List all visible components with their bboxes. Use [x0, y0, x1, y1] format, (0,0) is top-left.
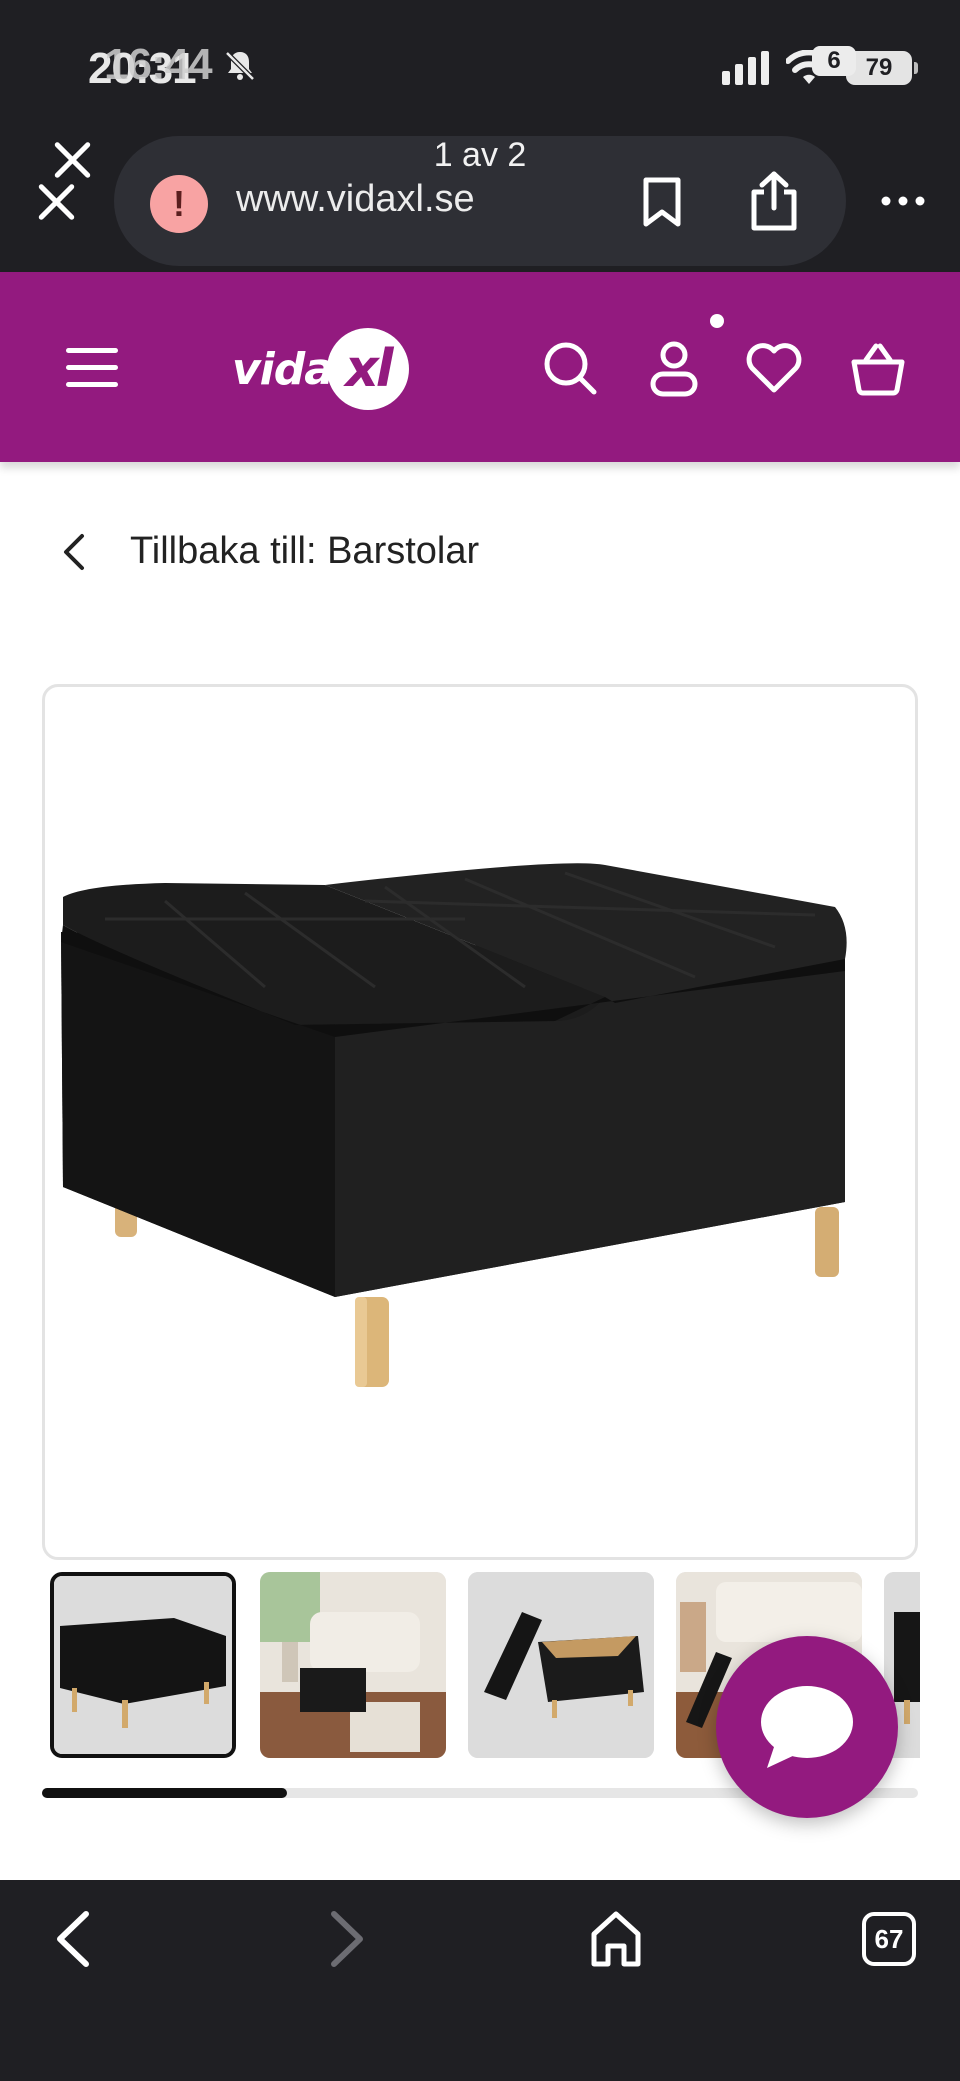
thumbnail-1[interactable] [50, 1572, 236, 1758]
chat-button[interactable] [716, 1636, 898, 1818]
logo-badge: xl [326, 328, 409, 410]
security-warning-icon[interactable]: ! [150, 175, 208, 233]
vidaxl-logo[interactable]: vida xl [232, 324, 409, 414]
bookmark-icon[interactable] [640, 176, 684, 228]
search-icon[interactable] [540, 338, 600, 398]
status-time-overlay: 16:44 [104, 40, 213, 89]
thumbnail-2[interactable] [260, 1572, 446, 1758]
cart-basket-icon[interactable] [848, 338, 908, 398]
cellular-signal-icon [722, 51, 769, 85]
notification-dot [710, 314, 724, 328]
wishlist-heart-icon[interactable] [744, 338, 804, 398]
logo-text: vida [232, 343, 334, 395]
browser-toolbar: 20:31 16:44 79 6 1 av 2 ! www.vidaxl.se [0, 0, 960, 272]
gallery-scroll-thumb[interactable] [42, 1788, 288, 1798]
tab-count-button[interactable]: 67 [862, 1912, 916, 1966]
thumbnail-3[interactable] [468, 1572, 654, 1758]
share-icon[interactable] [748, 170, 800, 232]
page-counter: 1 av 2 [433, 136, 527, 174]
site-header: vida xl [0, 272, 960, 462]
browser-back-icon[interactable] [50, 1908, 98, 1970]
menu-icon[interactable] [66, 348, 118, 388]
silent-bell-icon [225, 51, 255, 81]
battery-overlay-badge: 6 [812, 46, 856, 76]
ottoman-image [61, 863, 847, 1387]
product-main-image[interactable] [42, 684, 918, 1560]
browser-home-icon[interactable] [588, 1908, 644, 1970]
chevron-left-icon [64, 533, 84, 570]
browser-forward-icon[interactable] [322, 1908, 370, 1970]
more-options-icon[interactable] [878, 186, 928, 216]
close-tab-icon-overlay[interactable] [32, 178, 80, 226]
back-to-category-link[interactable]: Tillbaka till: Barstolar [56, 530, 479, 573]
back-link-label: Tillbaka till: Barstolar [130, 530, 480, 572]
browser-bottom-bar [0, 1880, 960, 2081]
account-icon[interactable] [644, 338, 704, 398]
url-text[interactable]: www.vidaxl.se [236, 178, 475, 221]
chat-bubble-icon [761, 1686, 853, 1768]
